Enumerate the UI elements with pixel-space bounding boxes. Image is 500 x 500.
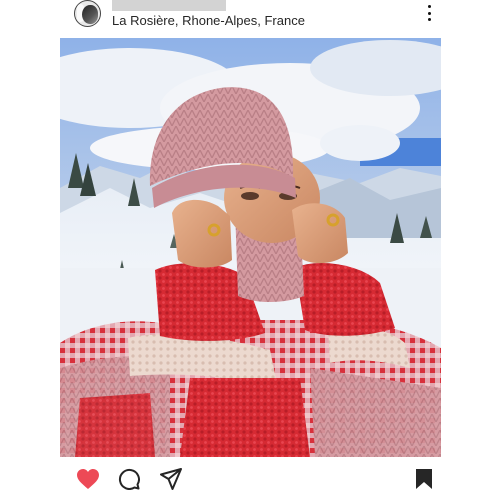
more-dot: [427, 18, 431, 21]
more-dot: [427, 11, 431, 15]
post-header: La Rosière, Rhone-Alpes, France: [0, 0, 500, 34]
avatar-silhouette: [82, 5, 98, 24]
post-actions: [0, 462, 500, 498]
post-photo-illustration: [60, 38, 441, 457]
bookmark-icon[interactable]: [414, 468, 434, 490]
more-options-icon[interactable]: [419, 3, 439, 23]
post-photo[interactable]: [60, 38, 441, 457]
post-card: La Rosière, Rhone-Alpes, France: [0, 0, 500, 500]
comment-icon[interactable]: [118, 468, 140, 490]
post-location[interactable]: La Rosière, Rhone-Alpes, France: [112, 13, 305, 29]
share-icon[interactable]: [160, 468, 182, 490]
heart-icon[interactable]: [76, 468, 100, 490]
more-dot: [427, 5, 431, 8]
avatar[interactable]: [74, 0, 101, 27]
username-redacted[interactable]: [112, 0, 226, 11]
